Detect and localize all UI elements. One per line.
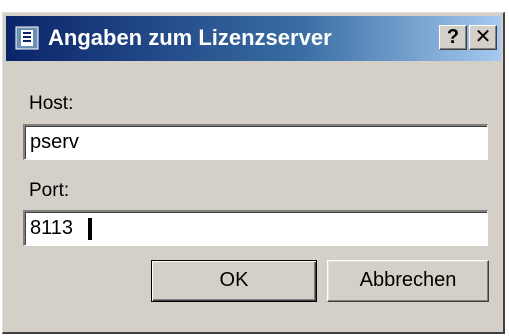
port-field-container: [23, 210, 488, 246]
cancel-button[interactable]: Abbrechen: [327, 260, 489, 302]
title-bar[interactable]: Angaben zum Lizenzserver ? ✕: [6, 16, 501, 61]
window-title: Angaben zum Lizenzserver: [48, 25, 332, 50]
close-icon: ✕: [474, 26, 492, 48]
host-label: Host:: [29, 93, 74, 114]
ok-button[interactable]: OK: [151, 260, 317, 302]
port-label: Port:: [29, 180, 70, 201]
help-icon: ?: [446, 26, 460, 48]
license-server-dialog: Angaben zum Lizenzserver ? ✕ Host: Port:…: [2, 12, 505, 334]
port-input[interactable]: [23, 210, 488, 246]
text-caret: [88, 218, 92, 240]
license-server-icon: [15, 26, 39, 50]
host-input[interactable]: [23, 124, 488, 160]
close-button[interactable]: ✕: [469, 25, 497, 50]
help-button[interactable]: ?: [439, 25, 467, 50]
